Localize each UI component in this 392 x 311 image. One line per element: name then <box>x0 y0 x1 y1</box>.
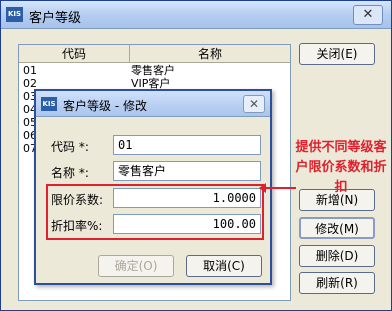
refresh-button[interactable]: 刷新(R) <box>299 272 375 294</box>
close-icon[interactable]: ✕ <box>353 5 383 25</box>
list-header: 代码 名称 <box>19 45 290 63</box>
customer-level-window: KIS 客户等级 ✕ 代码 名称 01 零售客户 02 VIP客户 03 04 05… <box>0 0 392 311</box>
annotation-arrowhead <box>259 183 266 193</box>
delete-button[interactable]: 删除(D) <box>299 245 375 267</box>
dialog-title-bar: KIS 客户等级 - 修改 ✕ <box>36 91 270 117</box>
name-label: 名称 *: <box>51 166 89 180</box>
column-header-code[interactable]: 代码 <box>19 45 130 63</box>
modify-dialog: KIS 客户等级 - 修改 ✕ 代码 *: 01 名称 *: 零售客户 限价系数… <box>34 89 272 285</box>
dialog-close-icon[interactable]: ✕ <box>243 95 265 113</box>
table-row[interactable]: 01 零售客户 <box>19 64 290 77</box>
annotation-arrow <box>264 187 296 189</box>
column-header-name[interactable]: 名称 <box>130 45 290 63</box>
price-coef-label: 限价系数: <box>51 193 104 207</box>
kis-logo-icon: KIS <box>6 7 23 22</box>
dialog-title: 客户等级 - 修改 <box>63 99 147 113</box>
discount-label: 折扣率%: <box>51 219 103 233</box>
code-field[interactable]: 01 <box>113 135 261 155</box>
close-button[interactable]: 关闭(E) <box>299 43 375 65</box>
annotation-text: 提供不同等级客户限价系数和折扣 <box>295 140 387 195</box>
kis-logo-icon: KIS <box>41 97 57 111</box>
name-field[interactable]: 零售客户 <box>113 161 261 181</box>
code-label: 代码 *: <box>51 140 89 154</box>
cancel-button[interactable]: 取消(C) <box>186 255 262 277</box>
title-bar: KIS 客户等级 ✕ <box>1 1 391 29</box>
ok-button[interactable]: 确定(O) <box>98 255 174 277</box>
price-coef-field[interactable]: 1.0000 <box>113 188 261 208</box>
discount-field[interactable]: 100.00 <box>113 214 261 234</box>
window-title: 客户等级 <box>29 11 82 26</box>
modify-button[interactable]: 修改(M) <box>299 217 375 239</box>
